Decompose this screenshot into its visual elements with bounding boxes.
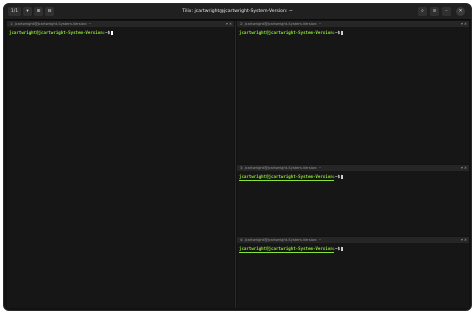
cursor [341,174,344,179]
pane-title: 4: jcartwright@jcartwright-System-Versio… [240,238,322,242]
shell-prompt: jcartwright@jcartwright-System-Version:~… [239,246,344,251]
terminal-pane-4[interactable]: 4: jcartwright@jcartwright-System-Versio… [237,237,469,308]
close-icon[interactable]: ✕ [456,7,465,16]
prompt-path: :~$ [102,30,111,35]
session-switcher-button[interactable]: 1/1 [8,7,21,16]
prompt-user-host: jcartwright@jcartwright-System-Version [239,174,333,179]
cursor [341,30,344,35]
header-bar: 1/1 ▾ ⊞ ⊟ Tilix: jcartwright@jcartwright… [4,4,471,20]
prompt-path: :~$ [332,246,341,251]
terminal-window: 1/1 ▾ ⊞ ⊟ Tilix: jcartwright@jcartwright… [3,3,472,311]
terminal-content[interactable]: jcartwright@jcartwright-System-Version:~… [237,243,469,308]
prompt-user-host: jcartwright@jcartwright-System-Version [9,30,103,35]
prompt-path: :~$ [332,174,341,179]
prompt-underline [239,180,334,181]
prompt-underline [239,252,334,253]
shell-prompt: jcartwright@jcartwright-System-Version:~… [239,30,344,35]
shell-prompt: jcartwright@jcartwright-System-Version:~… [239,174,344,179]
terminal-content[interactable]: jcartwright@jcartwright-System-Version:~… [7,27,234,308]
prompt-user-host: jcartwright@jcartwright-System-Version [239,30,333,35]
window-title: Tilix: jcartwright@jcartwright-System-Ve… [182,9,293,14]
search-icon[interactable]: ⌕ [418,7,427,16]
minimize-icon[interactable]: – [442,7,451,16]
chevron-down-icon[interactable]: ▾ [23,7,32,16]
cursor [111,30,114,35]
menu-icon[interactable]: ≡ [430,7,439,16]
pane-divider[interactable] [235,21,236,308]
terminal-pane-2[interactable]: 2: jcartwright@jcartwright-System-Versio… [237,21,469,164]
shell-prompt: jcartwright@jcartwright-System-Version:~… [9,30,114,35]
terminal-pane-1[interactable]: 1: jcartwright@jcartwright-System-Versio… [7,21,234,308]
pane-title: 3: jcartwright@jcartwright-System-Versio… [240,166,322,170]
prompt-user-host: jcartwright@jcartwright-System-Version [239,246,333,251]
add-terminal-right-icon[interactable]: ⊞ [34,7,43,16]
pane-title: 1: jcartwright@jcartwright-System-Versio… [10,22,92,26]
pane-title: 2: jcartwright@jcartwright-System-Versio… [240,22,322,26]
terminal-content[interactable]: jcartwright@jcartwright-System-Version:~… [237,27,469,164]
terminal-pane-3[interactable]: 3: jcartwright@jcartwright-System-Versio… [237,165,469,236]
terminal-content[interactable]: jcartwright@jcartwright-System-Version:~… [237,171,469,236]
add-terminal-down-icon[interactable]: ⊟ [45,7,54,16]
prompt-path: :~$ [332,30,341,35]
cursor [341,246,344,251]
